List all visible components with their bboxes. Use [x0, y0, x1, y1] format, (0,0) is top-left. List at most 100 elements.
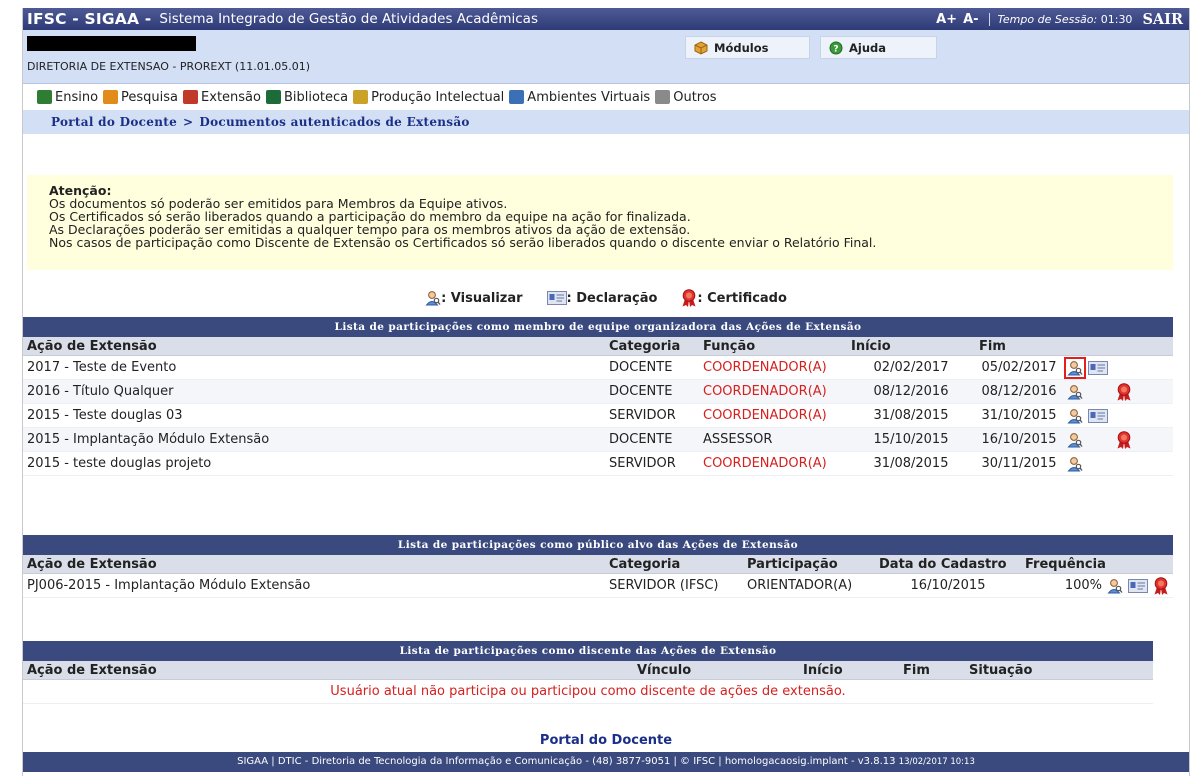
column-header: Fim: [975, 337, 1063, 356]
role-cell: COORDENADOR(A): [699, 355, 847, 380]
declaration-button[interactable]: [1088, 408, 1108, 423]
user-info-area: DIRETORIA DE EXTENSAO - PROREXT (11.01.0…: [23, 30, 1189, 83]
certificate-button[interactable]: [1116, 430, 1132, 449]
actions-cell: [1063, 355, 1173, 380]
top-bar-controls: A+ A- Tempo de Sessão: 01:30 SAIR: [936, 8, 1189, 30]
role-cell: COORDENADOR(A): [699, 379, 847, 404]
category-cell: DOCENTE: [605, 355, 699, 380]
column-header: Ação de Extensão: [23, 337, 605, 356]
declaration-icon: [546, 291, 567, 305]
end-cell: 30/11/2015: [975, 451, 1063, 476]
view-button[interactable]: [1107, 578, 1123, 594]
top-bar: IFSC - SIGAA - Sistema Integrado de Gest…: [23, 8, 1189, 30]
menu-item-produ-o-intelectual[interactable]: Produção Intelectual: [353, 90, 504, 105]
menu-item-label: Ambientes Virtuais: [527, 89, 651, 105]
column-header: Vínculo: [633, 661, 799, 680]
menu-item-label: Ensino: [55, 89, 99, 105]
view-button[interactable]: [1067, 456, 1083, 472]
view-icon: [425, 291, 441, 306]
view-icon: [1067, 360, 1083, 375]
certificate-icon: [1117, 382, 1131, 401]
view-icon: [1107, 578, 1123, 593]
view-button[interactable]: [1067, 432, 1083, 448]
help-button[interactable]: ? Ajuda: [820, 36, 937, 59]
menu-item-ensino[interactable]: Ensino: [37, 90, 98, 105]
menu-item-ambientes-virtuais[interactable]: Ambientes Virtuais: [509, 90, 650, 105]
icon-legend: : Visualizar : Declaração : Certificado: [23, 289, 1189, 307]
legend-declaration: : Declaração: [546, 291, 657, 306]
table-header-row: Ação de Extensão Categoria Participação …: [23, 555, 1173, 574]
view-button[interactable]: [1067, 384, 1083, 400]
legend-view-label: : Visualizar: [441, 290, 523, 306]
column-header: Frequência: [1021, 555, 1173, 574]
column-header: Categoria: [605, 337, 699, 356]
category-cell: SERVIDOR: [605, 403, 699, 428]
handshake-icon: [183, 90, 199, 104]
view-icon: [1067, 408, 1083, 423]
cube-icon: [694, 40, 708, 55]
view-icon: [1067, 432, 1083, 447]
declaration-button[interactable]: [1128, 578, 1148, 593]
legend-certificate: : Certificado: [681, 289, 787, 307]
menu-item-outros[interactable]: Outros: [655, 89, 717, 105]
role-cell: COORDENADOR(A): [699, 403, 847, 428]
logout-button[interactable]: SAIR: [1142, 11, 1183, 28]
action-cell: PJ006-2015 - Implantação Módulo Extensão: [23, 573, 605, 598]
menu-item-label: Biblioteca: [283, 89, 349, 105]
menu-item-label: Outros: [673, 89, 717, 105]
actions-cell: [1063, 403, 1173, 428]
breadcrumb-root[interactable]: Portal do Docente: [51, 115, 177, 129]
column-header: Data do Cadastro: [875, 555, 1021, 574]
menu-item-extens-o[interactable]: Extensão: [183, 90, 261, 105]
certificate-icon: [1154, 576, 1168, 595]
font-increase-button[interactable]: A+: [936, 12, 957, 27]
empty-row: Usuário atual não participa ou participo…: [23, 679, 1153, 704]
footer-text: SIGAA | DTIC - Diretoria de Tecnologia d…: [237, 756, 896, 767]
category-cell: DOCENTE: [605, 379, 699, 404]
column-header: Fim: [899, 661, 965, 680]
table-header-row: Ação de Extensão Categoria Função Início…: [23, 337, 1173, 356]
view-icon: [1067, 456, 1083, 471]
menu-item-label: Produção Intelectual: [371, 89, 505, 105]
view-button[interactable]: [1067, 408, 1083, 424]
declaration-icon: [1088, 408, 1108, 423]
view-button[interactable]: [1064, 356, 1086, 379]
view-icon: [1067, 384, 1083, 399]
student-participation-table: Lista de participações como discente das…: [23, 641, 1153, 704]
start-cell: 08/12/2016: [847, 379, 975, 404]
menu-item-pesquisa[interactable]: Pesquisa: [103, 90, 178, 105]
modules-button[interactable]: Módulos: [685, 36, 810, 59]
breadcrumb-separator: >: [183, 115, 194, 129]
certificate-icon: [682, 289, 696, 307]
page: IFSC - SIGAA - Sistema Integrado de Gest…: [22, 8, 1190, 776]
attention-line: Nos casos de participação como Discente …: [49, 235, 877, 250]
font-decrease-button[interactable]: A-: [963, 12, 978, 27]
column-header: Início: [847, 337, 975, 356]
table-row: 2017 - Teste de Evento DOCENTE COORDENADOR…: [23, 355, 1173, 380]
modules-label: Módulos: [714, 40, 769, 55]
gear-icon: [655, 90, 671, 104]
books-icon: [37, 90, 52, 104]
session-timer: Tempo de Sessão: 01:30: [988, 12, 1132, 26]
certificate-button[interactable]: [1153, 576, 1169, 595]
certificate-button[interactable]: [1116, 382, 1132, 401]
portal-docente-link[interactable]: Portal do Docente: [23, 733, 1189, 748]
team-participation-table: Lista de participações como membro de eq…: [23, 317, 1173, 476]
date-cell: 16/10/2015: [875, 573, 1021, 598]
declaration-button[interactable]: [1088, 360, 1108, 375]
table-row: 2016 - Título Qualquer DOCENTE COORDENADOR…: [23, 379, 1173, 404]
menu-item-label: Pesquisa: [121, 89, 179, 105]
actions-cell: [1063, 451, 1173, 476]
table-header-row: Ação de Extensão Vínculo Início Fim Situ…: [23, 661, 1153, 680]
menu-item-biblioteca[interactable]: Biblioteca: [265, 89, 349, 105]
document-icon: [353, 90, 369, 104]
start-cell: 31/08/2015: [847, 451, 975, 476]
end-cell: 31/10/2015: [975, 403, 1063, 428]
team-table-caption: Lista de participações como membro de eq…: [23, 317, 1173, 337]
column-header: Participação: [743, 555, 875, 574]
end-cell: 05/02/2017: [975, 355, 1063, 380]
action-cell: 2015 - Teste douglas 03: [23, 403, 605, 428]
flask-icon: [103, 90, 119, 104]
brand-title: IFSC - SIGAA -: [27, 10, 152, 28]
certificate-icon: [1117, 430, 1131, 449]
